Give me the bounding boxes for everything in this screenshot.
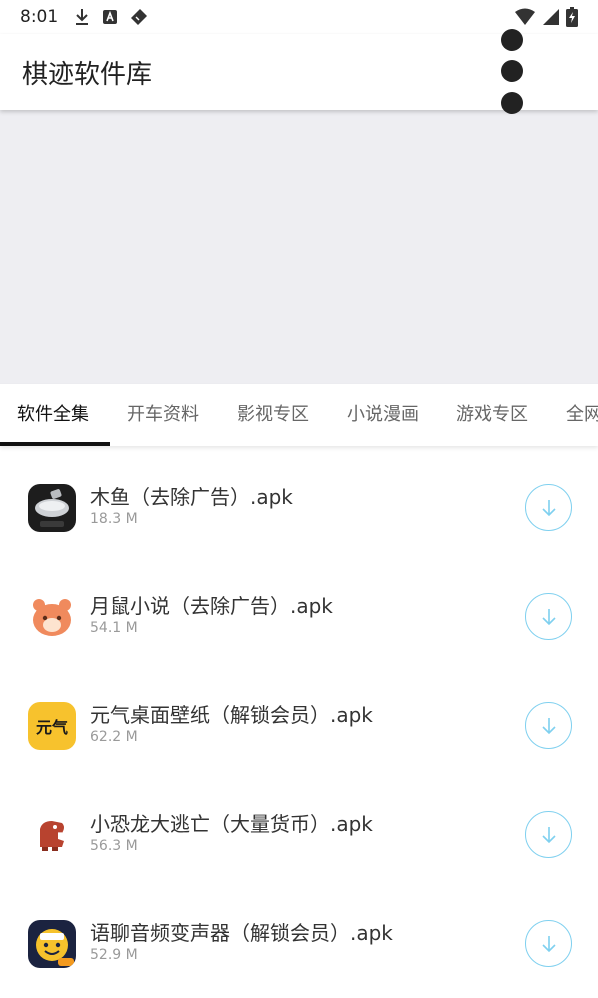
status-time: 8:01	[20, 7, 59, 27]
arrow-down-icon	[541, 717, 556, 734]
hamster-app-icon	[28, 593, 76, 641]
list-item[interactable]: 木鱼（去除广告）.apk 18.3 M	[0, 446, 598, 555]
menu-dot	[501, 29, 523, 51]
arrow-down-icon	[541, 935, 556, 952]
yuanqi-app-icon: 元气	[28, 702, 76, 750]
tab-video-zone[interactable]: 影视专区	[237, 384, 309, 446]
app-size: 54.1 M	[90, 620, 138, 636]
download-button[interactable]	[525, 811, 572, 858]
app-name: 语聊音频变声器（解锁会员）.apk	[90, 921, 393, 945]
menu-dot	[501, 60, 523, 82]
tab-software-all[interactable]: 软件全集	[17, 384, 89, 446]
app-name: 木鱼（去除广告）.apk	[90, 485, 293, 509]
status-icons-left	[74, 8, 148, 26]
more-vert-icon[interactable]	[494, 29, 530, 114]
download-icon	[76, 9, 89, 25]
dinosaur-app-icon	[28, 811, 76, 859]
download-button[interactable]	[525, 484, 572, 531]
status-icons-right	[514, 7, 578, 27]
arrow-down-icon	[541, 826, 556, 843]
list-item[interactable]: 月鼠小说（去除广告）.apk 54.1 M	[0, 555, 598, 664]
arrow-down-icon	[541, 499, 556, 516]
category-tabs: 软件全集 开车资料 影视专区 小说漫画 游戏专区 全网	[0, 384, 598, 446]
list-item[interactable]: 小恐龙大逃亡（大量货币）.apk 56.3 M	[0, 773, 598, 882]
download-button[interactable]	[525, 702, 572, 749]
wifi-icon	[515, 8, 535, 25]
app-size: 18.3 M	[90, 511, 138, 527]
yuanqi-icon-text: 元气	[35, 718, 68, 737]
app-name: 元气桌面壁纸（解锁会员）.apk	[90, 703, 373, 727]
app-list: 木鱼（去除广告）.apk 18.3 M 月鼠小说（去除广告）.apk 54.1 …	[0, 446, 598, 991]
banner-area	[0, 110, 598, 384]
tab-game-zone[interactable]: 游戏专区	[456, 384, 528, 446]
list-item[interactable]: 语聊音频变声器（解锁会员）.apk 52.9 M	[0, 882, 598, 991]
app-title: 棋迹软件库	[22, 60, 153, 90]
app-name: 月鼠小说（去除广告）.apk	[90, 594, 333, 618]
app-name: 小恐龙大逃亡（大量货币）.apk	[90, 812, 373, 836]
muyu-app-icon	[28, 484, 76, 532]
tab-whole-web[interactable]: 全网	[566, 384, 598, 446]
arrow-down-icon	[541, 608, 556, 625]
app-size: 52.9 M	[90, 947, 138, 963]
tab-driving-materials[interactable]: 开车资料	[127, 384, 199, 446]
voice-changer-app-icon	[28, 920, 76, 968]
list-item[interactable]: 元气 元气桌面壁纸（解锁会员）.apk 62.2 M	[0, 664, 598, 773]
tab-novel-comics[interactable]: 小说漫画	[347, 384, 419, 446]
app-size: 56.3 M	[90, 838, 138, 854]
app-size: 62.2 M	[90, 729, 138, 745]
download-button[interactable]	[525, 593, 572, 640]
menu-dot	[501, 92, 523, 114]
signal-icon	[543, 9, 559, 25]
battery-charging-icon	[566, 7, 578, 27]
a-box-icon	[103, 10, 118, 24]
tag-icon	[131, 9, 148, 25]
app-bar: 棋迹软件库	[0, 29, 598, 114]
download-button[interactable]	[525, 920, 572, 967]
tab-indicator	[0, 442, 110, 446]
